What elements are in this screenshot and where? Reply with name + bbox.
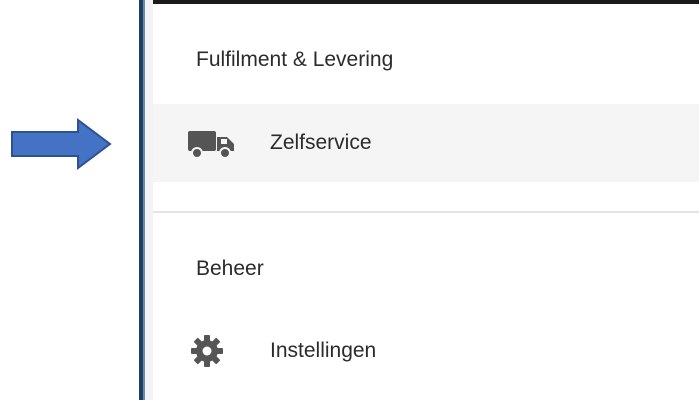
gear-icon [191, 335, 223, 367]
arrow-right-icon [11, 118, 112, 170]
menu-item-label: Instellingen [270, 339, 377, 362]
menu-item-instellingen[interactable]: Instellingen [153, 312, 699, 390]
screenshot-stage: Fulfilment & Levering Zelfservice Beheer [0, 0, 699, 400]
section-title-beheer: Beheer [196, 257, 264, 280]
navigation-menu: Fulfilment & Levering Zelfservice Beheer [145, 0, 699, 400]
section-title-fulfilment: Fulfilment & Levering [196, 48, 394, 71]
panel-top-border [153, 0, 699, 4]
truck-icon [188, 131, 234, 159]
section-divider [153, 211, 699, 213]
menu-item-label: Zelfservice [270, 131, 372, 154]
menu-item-zelfservice[interactable]: Zelfservice [153, 104, 699, 182]
